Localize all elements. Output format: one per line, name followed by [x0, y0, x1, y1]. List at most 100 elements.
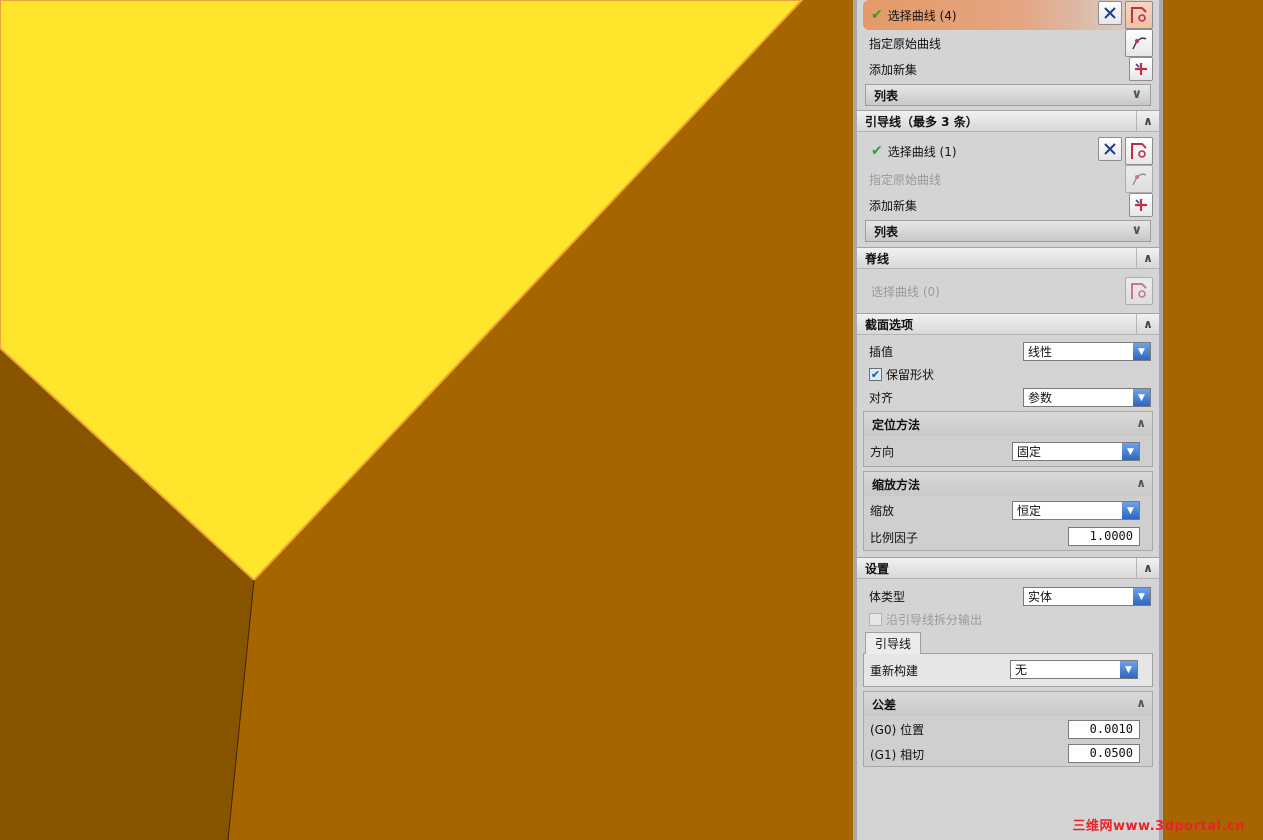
spine-section-title: 脊线 — [865, 251, 890, 266]
select-curve-icon[interactable] — [1125, 1, 1153, 29]
preserve-shape-label: 保留形状 — [886, 367, 935, 382]
select-curve-icon[interactable] — [1125, 277, 1153, 305]
add-new-set-row[interactable]: 添加新集 — [863, 56, 1153, 82]
dropdown-arrow-icon[interactable]: ▼ — [1133, 588, 1150, 605]
curve-rule-icon[interactable] — [1098, 1, 1122, 25]
section-list-toggle[interactable]: 列表 ∨ — [865, 84, 1151, 106]
guide-section-header[interactable]: 引导线（最多 3 条） ∧ — [857, 110, 1159, 132]
rebuild-row: 重新构建 无 ▼ — [864, 654, 1152, 686]
tolerance-subgroup: 公差 ∧ (G0) 位置 0.0010 (G1) 相切 0.0500 — [863, 691, 1153, 767]
tolerance-title: 公差 — [872, 697, 897, 712]
settings-tabs: 引导线 — [857, 631, 1159, 654]
viewport-background-right — [1163, 0, 1263, 840]
chevron-up-icon[interactable]: ∧ — [1136, 314, 1159, 334]
rebuild-dropdown[interactable]: 无 ▼ — [1010, 660, 1138, 679]
sweep-dialog-panel: ✔ 选择曲线 (4) 指定原始曲线 添加新集 列表 ∨ 引导线（最多 3 条） … — [853, 0, 1163, 840]
guide-group: ✔ 选择曲线 (1) 指定原始曲线 添加新集 列表 ∨ — [857, 132, 1159, 242]
chevron-up-icon[interactable]: ∧ — [1136, 416, 1146, 430]
scale-dropdown[interactable]: 恒定 ▼ — [1012, 501, 1140, 520]
settings-header[interactable]: 设置 ∧ — [857, 557, 1159, 579]
orientation-title: 定位方法 — [872, 417, 921, 432]
settings-title: 设置 — [865, 561, 890, 576]
guide-section-title: 引导线（最多 3 条） — [865, 114, 978, 129]
specify-original-curve-row[interactable]: 指定原始曲线 — [863, 29, 1153, 57]
preserve-shape-checkbox[interactable]: ✔ — [869, 367, 882, 381]
original-curve-icon[interactable] — [1125, 29, 1153, 57]
scale-factor-row: 比例因子 1.0000 — [864, 524, 1152, 550]
g0-row: (G0) 位置 0.0010 — [864, 716, 1152, 742]
body-type-dropdown[interactable]: 实体 ▼ — [1023, 587, 1151, 606]
dropdown-arrow-icon[interactable]: ▼ — [1120, 661, 1137, 678]
add-new-set-icon[interactable] — [1129, 57, 1153, 81]
specify-original-curve-label: 指定原始曲线 — [869, 36, 942, 51]
alignment-row: 对齐 参数 ▼ — [857, 385, 1159, 409]
original-curve-icon[interactable] — [1125, 165, 1153, 193]
curve-rule-icon[interactable] — [1098, 137, 1122, 161]
add-new-set-label: 添加新集 — [869, 62, 918, 77]
select-curve-icon[interactable] — [1125, 137, 1153, 165]
spine-select-curve-row[interactable]: 选择曲线 (0) — [863, 273, 1153, 309]
scale-value: 恒定 — [1017, 504, 1042, 518]
scale-factor-input[interactable]: 1.0000 — [1068, 527, 1140, 546]
direction-dropdown[interactable]: 固定 ▼ — [1012, 442, 1140, 461]
check-icon: ✔ — [871, 143, 883, 159]
section-select-curve-row[interactable]: ✔ 选择曲线 (4) — [863, 0, 1153, 30]
section-list-label: 列表 — [874, 88, 899, 103]
dropdown-arrow-icon[interactable]: ▼ — [1133, 389, 1150, 406]
body-type-row: 体类型 实体 ▼ — [857, 583, 1159, 609]
chevron-down-icon: ∨ — [1131, 87, 1142, 102]
rebuild-value: 无 — [1015, 663, 1028, 677]
g1-input[interactable]: 0.0500 — [1068, 744, 1140, 763]
g1-row: (G1) 相切 0.0500 — [864, 742, 1152, 766]
split-output-label: 沿引导线拆分输出 — [886, 612, 983, 627]
chevron-up-icon[interactable]: ∧ — [1136, 111, 1159, 131]
settings-group: 体类型 实体 ▼ 沿引导线拆分输出 引导线 重新构建 无 ▼ 公差 ∧ (G0)… — [857, 579, 1159, 767]
scaling-header[interactable]: 缩放方法 ∧ — [864, 472, 1152, 496]
interpolation-dropdown[interactable]: 线性 ▼ — [1023, 342, 1151, 361]
section-options-group: 插值 线性 ▼ ✔ 保留形状 对齐 参数 ▼ 定位方法 ∧ 方向 固定 ▼ 缩放… — [857, 335, 1159, 551]
g0-input[interactable]: 0.0010 — [1068, 720, 1140, 739]
direction-row: 方向 固定 ▼ — [864, 436, 1152, 466]
graphics-viewport[interactable] — [0, 0, 853, 840]
alignment-dropdown[interactable]: 参数 ▼ — [1023, 388, 1151, 407]
tolerance-header[interactable]: 公差 ∧ — [864, 692, 1152, 716]
watermark: 三维网www.3dportal.cn — [1072, 819, 1245, 834]
alignment-value: 参数 — [1028, 391, 1053, 405]
section-options-title: 截面选项 — [865, 317, 914, 332]
dropdown-arrow-icon[interactable]: ▼ — [1133, 343, 1150, 360]
section-options-header[interactable]: 截面选项 ∧ — [857, 313, 1159, 335]
spine-section-header[interactable]: 脊线 ∧ — [857, 247, 1159, 269]
chevron-up-icon[interactable]: ∧ — [1136, 558, 1159, 578]
interpolation-value: 线性 — [1028, 345, 1053, 359]
guide-list-toggle[interactable]: 列表 ∨ — [865, 220, 1151, 242]
scale-row: 缩放 恒定 ▼ — [864, 496, 1152, 524]
chevron-up-icon[interactable]: ∧ — [1136, 248, 1159, 268]
chevron-up-icon[interactable]: ∧ — [1136, 696, 1146, 710]
split-output-checkbox[interactable] — [869, 612, 882, 626]
spine-select-curve-label: 选择曲线 (0) — [871, 284, 940, 299]
dropdown-arrow-icon[interactable]: ▼ — [1122, 502, 1139, 519]
tab-guide[interactable]: 引导线 — [865, 632, 922, 654]
scaling-subgroup: 缩放方法 ∧ 缩放 恒定 ▼ 比例因子 1.0000 — [863, 471, 1153, 551]
check-icon: ✔ — [871, 7, 883, 23]
guide-select-curve-row[interactable]: ✔ 选择曲线 (1) — [863, 136, 1153, 166]
preserve-shape-row[interactable]: ✔ 保留形状 — [857, 363, 1159, 385]
spine-group: 选择曲线 (0) — [857, 269, 1159, 313]
section-curves-group: ✔ 选择曲线 (4) 指定原始曲线 添加新集 列表 ∨ — [857, 0, 1159, 106]
interpolation-row: 插值 线性 ▼ — [857, 339, 1159, 363]
orientation-header[interactable]: 定位方法 ∧ — [864, 412, 1152, 436]
guide-add-new-set-row[interactable]: 添加新集 — [863, 192, 1153, 218]
scaling-title: 缩放方法 — [872, 477, 921, 492]
model-view[interactable] — [0, 0, 853, 840]
split-output-row[interactable]: 沿引导线拆分输出 — [857, 609, 1159, 629]
body-type-value: 实体 — [1028, 590, 1053, 604]
chevron-up-icon[interactable]: ∧ — [1136, 476, 1146, 490]
dropdown-arrow-icon[interactable]: ▼ — [1122, 443, 1139, 460]
guide-specify-original-label: 指定原始曲线 — [869, 172, 942, 187]
add-new-set-icon[interactable] — [1129, 193, 1153, 217]
chevron-down-icon: ∨ — [1131, 223, 1142, 238]
guide-specify-original-row[interactable]: 指定原始曲线 — [863, 165, 1153, 193]
direction-value: 固定 — [1017, 445, 1042, 459]
guide-add-new-set-label: 添加新集 — [869, 198, 918, 213]
guide-select-curve-label: 选择曲线 (1) — [887, 144, 957, 159]
